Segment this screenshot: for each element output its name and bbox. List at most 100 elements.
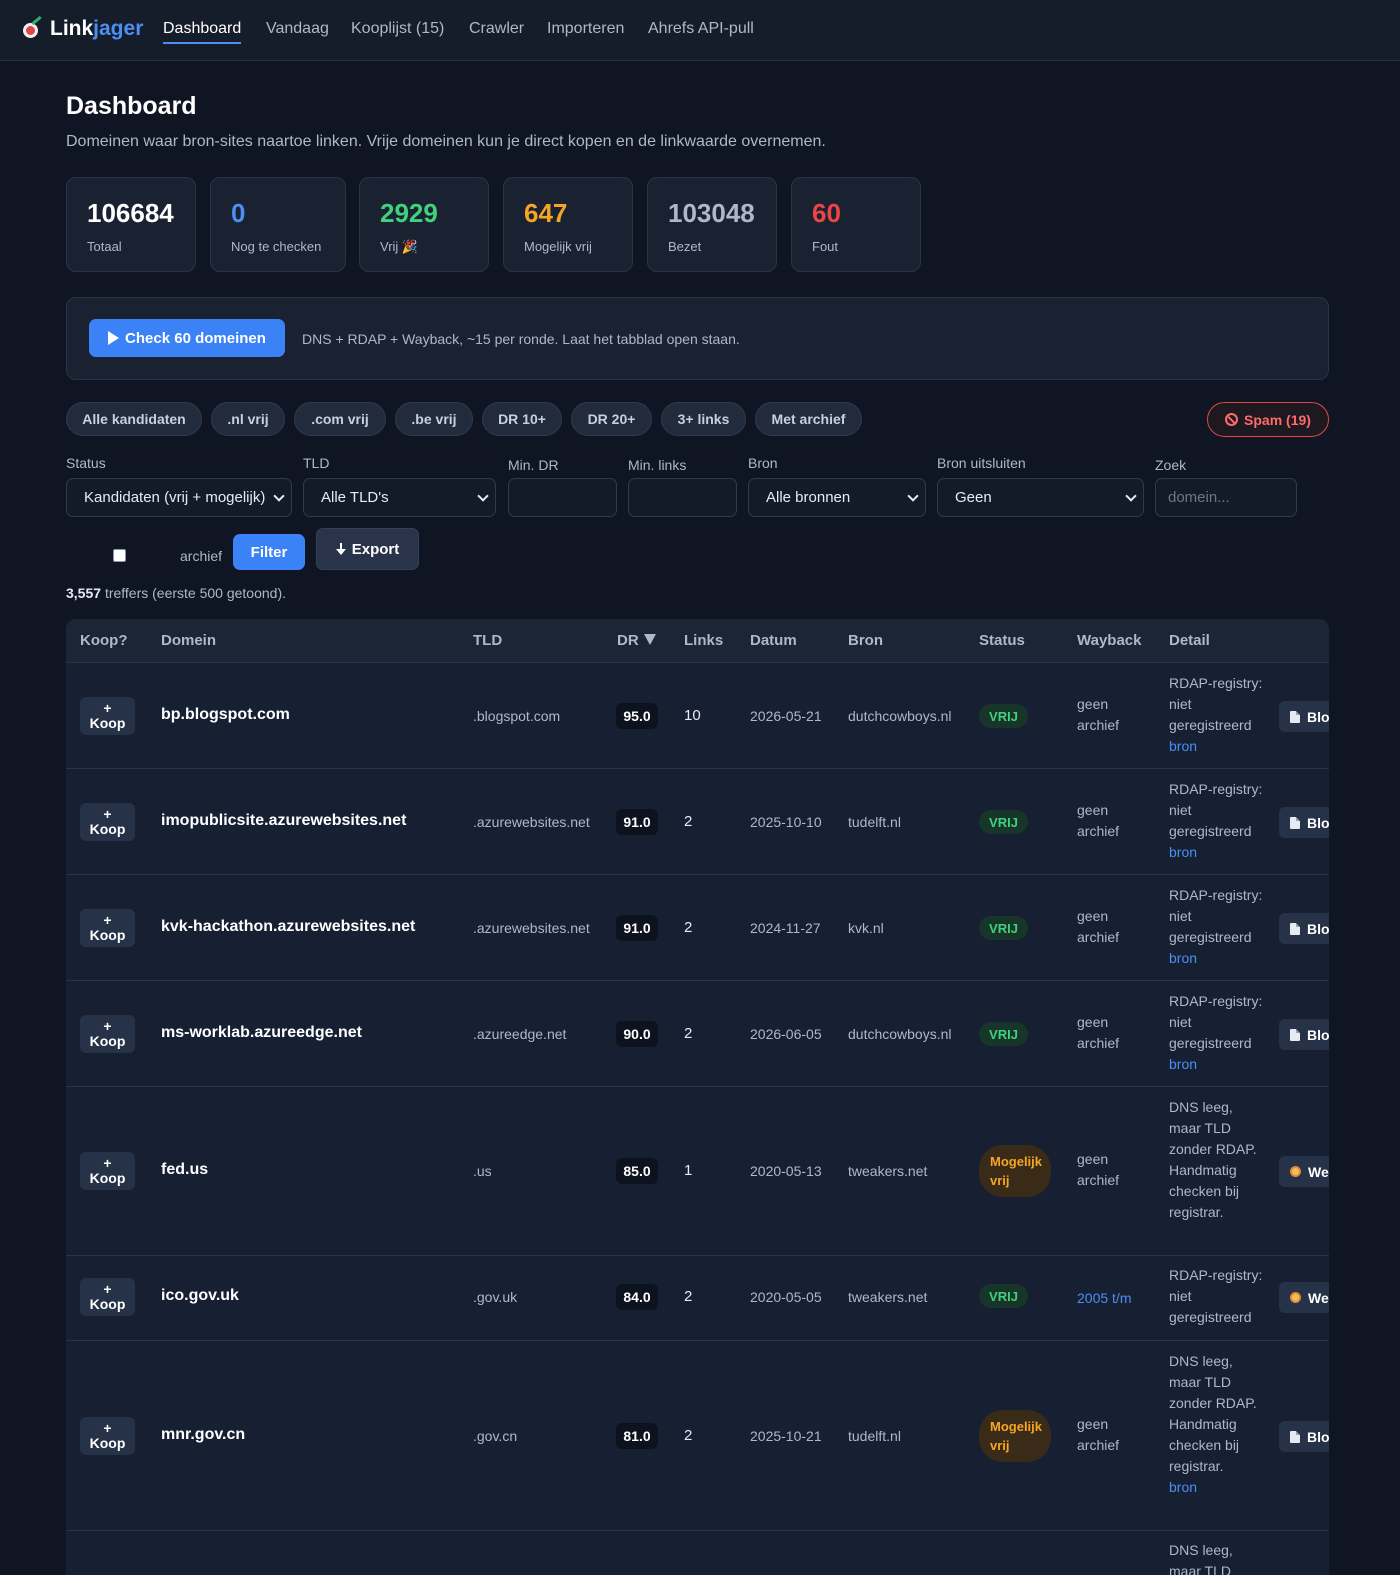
col-koop[interactable]: Koop? [80,632,127,649]
detail-bron-link[interactable]: bron [1169,1477,1265,1498]
col-tld[interactable]: TLD [473,632,502,649]
detail-text: RDAP-registry: niet geregistreerd [1169,1267,1263,1325]
bron-uitsluiten-select[interactable]: Geen [937,478,1144,517]
domain-name[interactable]: mnr.gov.cn [161,1426,245,1444]
domain-name[interactable]: kvk-hackathon.azurewebsites.net [161,918,415,936]
search-input[interactable]: domein... [1155,478,1297,517]
chip-3-links[interactable]: 3+ links [661,402,746,436]
chip-alle-kandidaten[interactable]: Alle kandidaten [66,402,202,436]
nav-ahrefs-api-pull[interactable]: Ahrefs API-pull [648,20,754,38]
plus-icon: + [103,806,112,822]
nav-dashboard[interactable]: Dashboard [163,20,242,44]
nav-vandaag[interactable]: Vandaag [266,20,329,38]
col-wayback[interactable]: Wayback [1077,632,1141,649]
action-label: Blo [1307,920,1329,937]
min-dr-input[interactable] [508,478,617,517]
detail-text: RDAP-registry: niet geregistreerd [1169,887,1263,945]
nav-kooplijst[interactable]: Kooplijst (15) [351,20,444,38]
table-row: + Koop imopublicsite.azurewebsites.net .a… [66,769,1329,875]
chip-nl-vrij[interactable]: .nl vrij [211,402,285,436]
dr-badge: 85.0 [616,1158,658,1184]
table-row: + Koop ico.gov.uk .gov.uk 84.0 2 2020-05-… [66,1256,1329,1341]
plus-icon: + [103,1018,112,1034]
action-label: Blo [1307,708,1329,725]
spam-chip[interactable]: Spam (19) [1207,402,1329,437]
domain-name[interactable]: imopublicsite.azurewebsites.net [161,812,406,830]
domain-name[interactable]: bp.blogspot.com [161,706,290,724]
koop-button[interactable]: + Koop [80,1417,135,1455]
col-dr[interactable]: DR [617,632,656,649]
min-links-input[interactable] [628,478,737,517]
koop-button[interactable]: + Koop [80,1152,135,1190]
chip-met-archief[interactable]: Met archief [755,402,862,436]
stat-mogelijk-vrij: 647 Mogelijk vrij [503,177,633,272]
stat-totaal: 106684 Totaal [66,177,196,272]
koop-button[interactable]: + Koop [80,697,135,735]
links-count: 2 [684,919,693,936]
domain-name[interactable]: fed.us [161,1161,208,1179]
dr-badge: 90.0 [616,1021,658,1047]
detail-bron-link[interactable]: bron [1169,842,1265,863]
status-badge: VRIJ [979,810,1028,834]
koop-button[interactable]: + Koop [80,909,135,947]
col-datum[interactable]: Datum [750,632,797,649]
datum-cell: 2024-11-27 [750,920,821,936]
chip-be-vrij[interactable]: .be vrij [395,402,473,436]
col-bron[interactable]: Bron [848,632,883,649]
status-badge: VRIJ [979,704,1028,728]
action-label: Blo [1307,1428,1329,1445]
filter-button[interactable]: Filter [233,534,305,570]
col-status[interactable]: Status [979,632,1025,649]
bron-select[interactable]: Alle bronnen [748,478,926,517]
action-button[interactable]: Blo [1279,807,1329,838]
detail-bron-link[interactable]: bron [1169,1054,1265,1075]
action-button[interactable]: We [1279,1156,1329,1187]
status-select[interactable]: Kandidaten (vrij + mogelijk) [66,478,292,517]
brand-logo[interactable]: Link jager [22,15,143,41]
table-row: + Koop kvk-hackathon.azurewebsites.net .a… [66,875,1329,981]
col-domein[interactable]: Domein [161,632,216,649]
action-label: Blo [1307,1026,1329,1043]
detail-bron-link[interactable]: bron [1169,736,1265,757]
chip-com-vrij[interactable]: .com vrij [294,402,386,436]
stat-nog-te-checken: 0 Nog te checken [210,177,346,272]
datum-cell: 2025-10-21 [750,1428,822,1444]
min-links-label: Min. links [628,457,687,473]
globe-icon [1290,1292,1301,1303]
action-label: We [1308,1289,1329,1306]
action-button[interactable]: Blo [1279,913,1329,944]
nav-crawler[interactable]: Crawler [469,20,524,38]
koop-button[interactable]: + Koop [80,1278,135,1316]
action-button[interactable]: Blo [1279,701,1329,732]
stat-value: 647 [524,198,568,228]
target-icon [22,15,42,39]
export-button[interactable]: Export [316,528,419,570]
action-button[interactable]: We [1279,1282,1329,1313]
tld-select[interactable]: Alle TLD's [303,478,496,517]
koop-button[interactable]: + Koop [80,803,135,841]
chip-dr-20[interactable]: DR 20+ [571,402,652,436]
chip-dr-10[interactable]: DR 10+ [482,402,562,436]
nav-importeren[interactable]: Importeren [547,20,624,38]
status-badge: VRIJ [979,1284,1028,1308]
results-count-number: 3,557 [66,585,102,601]
plus-icon: + [103,912,112,928]
stat-label: Nog te checken [231,239,322,254]
archief-checkbox[interactable] [113,549,126,562]
wayback-link[interactable]: 2005 t/m [1077,1288,1131,1309]
action-button[interactable]: Blo [1279,1019,1329,1050]
domain-name[interactable]: ico.gov.uk [161,1287,239,1305]
koop-button[interactable]: + Koop [80,1015,135,1053]
links-count: 2 [684,813,693,830]
action-button[interactable]: Blo [1279,1421,1329,1452]
col-detail[interactable]: Detail [1169,632,1210,649]
check-domains-button[interactable]: Check 60 domeinen [89,319,285,357]
domain-name[interactable]: ms-worklab.azureedge.net [161,1024,362,1042]
status-badge: Mogelijk vrij [979,1410,1051,1462]
detail-bron-link[interactable]: bron [1169,948,1265,969]
wayback-cell: geen archief [1077,908,1120,945]
stat-label: Totaal [87,239,122,254]
bron-cell: dutchcowboys.nl [848,1026,952,1042]
col-links[interactable]: Links [684,632,723,649]
wayback-cell: geen archief [1077,802,1120,839]
